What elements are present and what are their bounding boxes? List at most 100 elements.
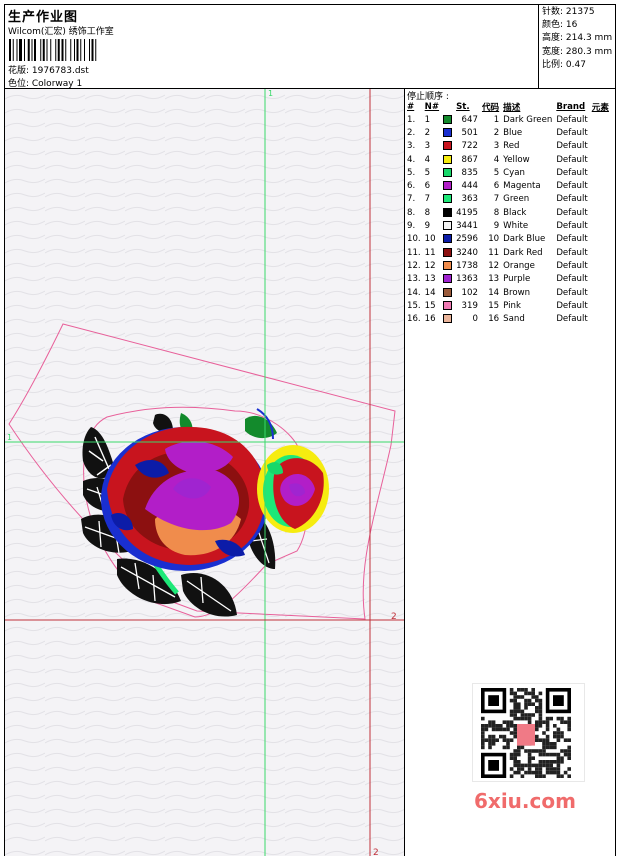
qr-module [527,713,532,717]
row-swatch [441,126,454,139]
qr-module [513,695,517,699]
row-description: Yellow [503,154,530,165]
row-description: Dark Green [503,114,553,125]
qr-module [567,724,571,728]
qr-module [553,767,557,771]
color-row: 9. 9 3441 9 White Default [405,219,611,232]
qr-module [542,738,546,742]
qr-module [513,702,517,706]
qr-module [538,767,543,771]
qr-module [509,738,514,742]
qr-module [542,731,546,735]
row-description: Orange [503,260,535,271]
row-description: Dark Blue [503,234,546,245]
stat-colors: 颜色: 16 [542,20,578,31]
row-needle: 4 [424,154,431,165]
row-index: 16. [407,314,421,325]
qr-module [531,770,535,775]
row-element [590,273,611,286]
qr-module [538,738,543,742]
embroidery-preview-svg: 1 1 2 2 [5,89,404,856]
row-code: 2 [493,127,500,138]
qr-module [545,752,550,757]
row-stitches: 501 [461,127,478,138]
qr-module [556,716,561,721]
color-row: 11. 11 3240 11 Dark Red Default [405,246,611,259]
row-needle: 6 [424,181,431,192]
design-label: 花版: 1976783.dst [8,66,89,76]
row-brand: Default [556,287,588,298]
qr-module [556,756,561,760]
row-code: 13 [488,274,500,285]
qr-module [527,720,532,724]
qr-module [549,752,553,757]
barcode-bar [50,39,52,61]
qr-module [567,767,571,771]
qr-module [567,745,571,750]
qr-module [567,749,571,753]
qr-module [527,763,532,768]
qr-module [506,745,510,750]
qr-module [538,709,543,714]
qr-module [553,752,557,757]
qr-module [549,745,553,750]
qr-module [553,760,557,764]
color-swatch [443,194,453,204]
qr-module [545,770,550,775]
row-code: 8 [493,207,500,218]
row-stitches: 102 [461,287,478,298]
qr-module [517,695,521,699]
color-row: 3. 3 722 3 Red Default [405,140,611,153]
row-index: 15. [407,300,421,311]
qr-module [549,716,553,721]
design-preview: 1 1 2 2 [5,89,404,856]
row-description: Green [503,194,530,205]
qr-module [535,749,539,753]
qr-module [531,749,535,753]
col-swatch [441,100,454,113]
row-swatch [441,259,454,272]
row-description: Purple [503,274,531,285]
qr-module [517,770,521,775]
qr-module [538,749,543,753]
row-description: Sand [503,314,525,325]
row-swatch [441,140,454,153]
qr-module [553,731,557,735]
qr-module [513,724,517,728]
qr-module [538,716,543,721]
qr-module [545,745,550,750]
stat-height: 高度: 214.3 mm [542,33,613,44]
qr-module [535,724,539,728]
color-row: 12. 12 1738 12 Orange Default [405,259,611,272]
row-needle: 2 [424,127,431,138]
row-needle: 1 [424,114,431,125]
qr-module [538,752,543,757]
row-description: Magenta [503,181,541,192]
row-needle: 5 [424,167,431,178]
qr-module [545,716,550,721]
qr-module [520,774,525,778]
qr-module [513,727,517,732]
qr-module [502,727,507,732]
row-description: White [503,221,529,232]
color-swatch [443,260,453,270]
row-stitches: 4195 [456,207,478,218]
row-element [590,233,611,246]
row-stitches: 3441 [456,221,478,232]
qr-module [549,770,553,775]
qr-module [549,767,553,771]
row-stitches: 1363 [456,274,478,285]
qr-module [567,756,571,760]
row-element [590,259,611,272]
row-needle: 10 [424,234,436,245]
row-index: 14. [407,287,421,298]
qr-module [524,763,528,768]
qr-module [542,774,546,778]
header: 生产作业图 Wilcom(汇宏) 绣饰工作室 花版: 1976783.dst 色… [5,5,538,89]
qr-module [535,770,539,775]
qr-module [513,770,517,775]
qr-module [520,688,525,692]
row-code: 6 [493,181,500,192]
stat-width: 宽度: 280.3 mm [542,46,613,57]
row-element [590,126,611,139]
